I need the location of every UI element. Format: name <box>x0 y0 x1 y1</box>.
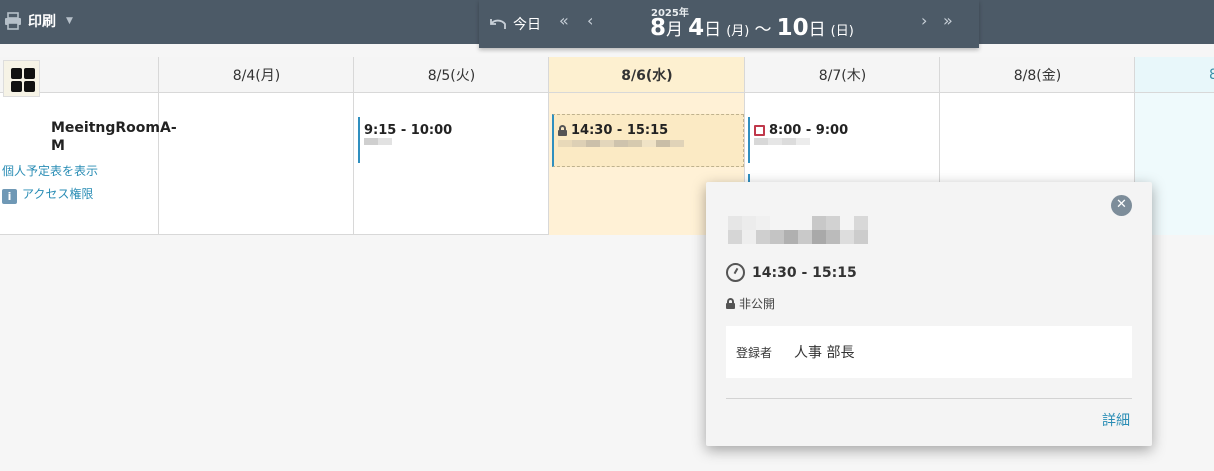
event-title-blurred <box>728 216 868 244</box>
divider <box>726 398 1132 399</box>
event-time-row: 14:30 - 15:15 <box>726 263 857 282</box>
today-label: 今日 <box>513 17 541 33</box>
day-header-thu: 8/7(木) <box>744 57 940 93</box>
detail-link[interactable]: 詳細 <box>1102 410 1130 430</box>
event-title-blurred <box>754 138 848 152</box>
date-navigation: 今日 « ‹ 2025年 8月 4日 (月) ～ 10日 (日) › » <box>479 0 979 48</box>
day-header-sat: 8 <box>1134 57 1214 93</box>
printer-icon <box>5 12 21 30</box>
prev-day-icon[interactable]: ‹ <box>587 11 593 30</box>
lock-icon <box>726 298 735 309</box>
day-cell-mon[interactable] <box>158 93 354 235</box>
resource-name: MeeitngRoomA-M <box>51 120 177 154</box>
end-weekday: (日) <box>830 24 854 39</box>
end-day: 10 <box>776 15 809 41</box>
print-label: 印刷 <box>28 14 56 30</box>
day-cell-tue[interactable] <box>353 93 549 235</box>
event-time: 9:15 - 10:00 <box>364 123 453 138</box>
day-header-mon: 8/4(月) <box>158 57 354 93</box>
month-unit: 月 <box>666 20 684 40</box>
print-button[interactable]: 印刷 ▼ <box>4 11 73 31</box>
calendar-icon <box>754 125 765 136</box>
registrant-label: 登録者 <box>736 345 773 360</box>
start-weekday: (月) <box>726 24 750 39</box>
event-title-blurred <box>558 140 743 154</box>
registrant-value: 人事 部長 <box>794 345 855 361</box>
today-button[interactable]: 今日 <box>489 14 541 34</box>
start-day: 4 <box>688 15 705 41</box>
close-icon[interactable]: ✕ <box>1111 195 1132 216</box>
event-detail-popup: ✕ 14:30 - 15:15 非公開 登録者 人事 部長 詳細 <box>706 182 1152 446</box>
next-week-icon[interactable]: » <box>943 11 953 30</box>
day-header-wed: 8/6(水) <box>548 57 745 93</box>
access-rights-label: アクセス権限 <box>22 187 94 201</box>
info-icon: i <box>2 189 17 204</box>
access-rights-link[interactable]: i アクセス権限 <box>2 185 93 204</box>
event-time-row: 8:00 - 9:00 <box>754 123 848 138</box>
next-day-icon[interactable]: › <box>921 11 927 30</box>
clock-icon <box>726 263 745 282</box>
event-thu[interactable]: 8:00 - 9:00 <box>748 117 848 163</box>
event-tue[interactable]: 9:15 - 10:00 <box>358 117 452 163</box>
lock-icon <box>558 125 567 136</box>
personal-schedule-link[interactable]: 個人予定表を表示 <box>2 162 98 179</box>
range-tilde: ～ <box>754 20 772 40</box>
event-wed-selected[interactable]: 14:30 - 15:15 <box>552 114 744 167</box>
end-day-unit: 日 <box>808 20 826 40</box>
chevron-down-icon[interactable]: ▼ <box>66 16 73 26</box>
event-time: 14:30 - 15:15 <box>752 264 857 281</box>
event-time: 14:30 - 15:15 <box>571 123 669 138</box>
event-thu-second-marker[interactable] <box>748 174 750 182</box>
event-title-blurred <box>364 138 452 152</box>
resource-icon <box>3 60 40 97</box>
event-time: 8:00 - 9:00 <box>769 123 849 138</box>
day-header-tue: 8/5(火) <box>353 57 549 93</box>
visibility-row: 非公開 <box>726 295 775 312</box>
visibility-label: 非公開 <box>739 297 776 311</box>
prev-week-icon[interactable]: « <box>559 11 569 30</box>
day-header-fri: 8/8(金) <box>939 57 1135 93</box>
date-range: 8月 4日 (月) ～ 10日 (日) <box>650 15 854 41</box>
start-month: 8 <box>650 15 667 41</box>
day-unit: 日 <box>704 20 722 40</box>
event-time-row: 14:30 - 15:15 <box>558 123 743 138</box>
registrant-card: 登録者 人事 部長 <box>726 326 1132 378</box>
undo-icon <box>490 19 506 29</box>
